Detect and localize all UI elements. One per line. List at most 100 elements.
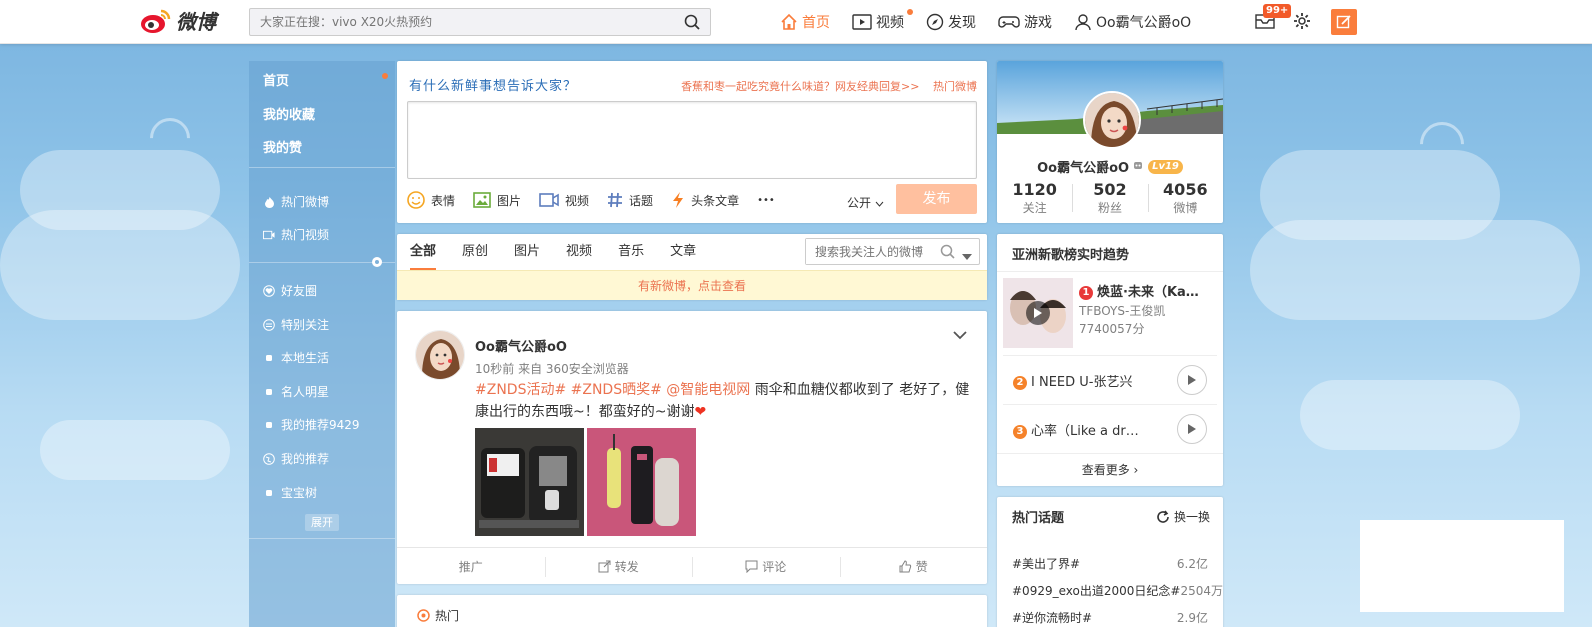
stat-label: 微博: [1173, 201, 1198, 215]
sidebar-item-label: 我的收藏: [263, 108, 316, 123]
robot-badge-icon: [1132, 159, 1144, 175]
sidebar-item-label: 名人明星: [281, 385, 330, 399]
thumbs-up-icon: [899, 559, 911, 572]
song-title[interactable]: 3 心率（Like a dr…: [1013, 420, 1139, 439]
messages-button[interactable]: 99+: [1255, 3, 1292, 33]
sidebar-item-hot-video[interactable]: 热门视频: [263, 226, 329, 243]
visibility-select[interactable]: 公开: [847, 194, 884, 211]
post-author[interactable]: Oo霸气公爵oO: [475, 336, 567, 355]
play-overlay-icon[interactable]: [1026, 301, 1050, 325]
hot-weibo-link[interactable]: 热门微博: [933, 80, 977, 93]
song-title[interactable]: 1 焕蓝·未来（Ka…: [1079, 281, 1199, 300]
comment-button[interactable]: 评论: [692, 548, 840, 584]
play-button[interactable]: [1177, 365, 1207, 395]
nav-video[interactable]: 视频: [852, 9, 913, 32]
expand-button[interactable]: 展开: [305, 514, 339, 531]
sidebar-item-baby-tree[interactable]: 宝宝树: [263, 484, 317, 501]
profile-name[interactable]: Oo霸气公爵oO Lv19: [997, 157, 1223, 176]
repost-button[interactable]: 转发: [544, 548, 693, 584]
post-photo[interactable]: [475, 428, 584, 536]
tab-articles[interactable]: 文章: [670, 244, 696, 270]
promote-button[interactable]: 推广: [397, 548, 545, 584]
sidebar-item-likes[interactable]: 我的赞: [263, 137, 302, 156]
tab-all[interactable]: 全部: [410, 244, 437, 270]
unread-badge: 99+: [1263, 3, 1292, 18]
emoji-button[interactable]: 表情: [407, 191, 455, 209]
tab-images[interactable]: 图片: [514, 244, 540, 270]
feed-search-input[interactable]: [806, 239, 926, 264]
tab-original[interactable]: 原创: [462, 244, 488, 270]
composer-textarea[interactable]: [407, 101, 977, 179]
tab-music[interactable]: 音乐: [618, 244, 644, 270]
topic-item[interactable]: #逆你流畅时# 2.9亿: [1012, 609, 1208, 626]
background-cloud: [1300, 380, 1520, 450]
sidebar-item-local-life[interactable]: 本地生活: [263, 349, 329, 366]
feed-filter-bar: 全部 原创 图片 视频 音乐 文章 有新微博，点击查看: [397, 234, 987, 300]
stat-number: 502: [1093, 180, 1127, 199]
nav-profile[interactable]: Oo霸气公爵oO: [1074, 12, 1191, 32]
sidebar-item-celebrities[interactable]: 名人明星: [263, 383, 329, 400]
see-more-link[interactable]: 查看更多 ›: [997, 453, 1223, 486]
song-item-3[interactable]: 3 心率（Like a dr…: [1003, 404, 1217, 452]
like-button[interactable]: 赞: [839, 548, 988, 584]
stat-posts[interactable]: 4056 微博: [1147, 181, 1223, 217]
post-menu-chevron-icon[interactable]: [953, 329, 967, 343]
avatar[interactable]: [415, 330, 465, 380]
search-input[interactable]: [250, 9, 670, 35]
new-dot-badge: [382, 73, 388, 79]
sidebar-item-recommend[interactable]: 我的推荐: [263, 450, 329, 467]
sidebar-item-home[interactable]: 首页: [263, 70, 289, 89]
stat-fans[interactable]: 502 粉丝: [1072, 181, 1147, 217]
topic-item[interactable]: #0929_exo出道2000日纪念# 2504万: [1012, 582, 1223, 599]
hot-section-title[interactable]: 热门: [417, 607, 459, 624]
hot-topics-title[interactable]: 热门话题: [1012, 507, 1064, 526]
sidebar-item-special-follow[interactable]: 特别关注: [263, 316, 329, 333]
video-button[interactable]: 视频: [539, 192, 589, 209]
hot-topic-link[interactable]: 香蕉和枣一起吃究竟什么味道？网友经典回复>> 热门微博: [681, 78, 977, 94]
topic-item[interactable]: #美出了界# 6.2亿: [1012, 555, 1208, 572]
refresh-button[interactable]: 换一换: [1156, 508, 1210, 525]
song-item-1[interactable]: 1 焕蓝·未来（Ka… TFBOYS-王俊凯 7740057分: [1003, 278, 1217, 352]
post-tags[interactable]: #ZNDS活动# #ZNDS晒奖# @智能电视网: [475, 382, 750, 398]
hot-topic-text[interactable]: 香蕉和枣一起吃究竟什么味道？网友经典回复>>: [681, 80, 919, 93]
tab-videos[interactable]: 视频: [566, 244, 592, 270]
song-artist[interactable]: TFBOYS-王俊凯: [1079, 302, 1165, 319]
post-composer: 有什么新鲜事想告诉大家？ 香蕉和枣一起吃究竟什么味道？网友经典回复>> 热门微博…: [397, 61, 987, 223]
post-photo[interactable]: [587, 428, 696, 536]
more-button[interactable]: •••: [757, 195, 775, 206]
profile-avatar[interactable]: [1083, 91, 1141, 149]
comment-icon: [745, 560, 758, 573]
settings-button[interactable]: [1293, 12, 1311, 33]
sidebar-item-recommend-9429[interactable]: 我的推荐9429: [263, 416, 360, 433]
sidebar-item-favorites[interactable]: 我的收藏: [263, 104, 315, 123]
nav-discover[interactable]: 发现: [926, 12, 976, 32]
song-cover[interactable]: [1003, 278, 1073, 348]
publish-button[interactable]: 发布: [896, 184, 977, 214]
gear-icon: [1294, 12, 1310, 29]
image-button[interactable]: 图片: [473, 192, 521, 209]
topic-button[interactable]: 话题: [607, 192, 653, 209]
nav-game[interactable]: 游戏: [998, 12, 1052, 32]
new-posts-notice[interactable]: 有新微博，点击查看: [397, 270, 987, 300]
compose-button[interactable]: [1331, 9, 1357, 35]
sidebar-item-label: 我的推荐: [281, 452, 330, 466]
sidebar-item-label: 我的赞: [263, 141, 303, 156]
play-button[interactable]: [1177, 414, 1207, 444]
stat-following[interactable]: 1120 关注: [997, 181, 1072, 217]
music-chart-title[interactable]: 亚洲新歌榜实时趋势: [1012, 244, 1129, 263]
headline-article-button[interactable]: 头条文章: [671, 191, 739, 209]
sidebar-item-hot-weibo[interactable]: 热门微博: [263, 193, 329, 210]
caret-down-icon[interactable]: [962, 249, 972, 263]
search-icon[interactable]: [684, 14, 700, 33]
group-settings-icon[interactable]: [371, 256, 383, 271]
song-title[interactable]: 2 I NEED U-张艺兴: [1013, 371, 1132, 390]
search-icon[interactable]: [940, 244, 955, 262]
divider: [997, 271, 1223, 272]
level-badge[interactable]: Lv19: [1148, 159, 1183, 174]
sidebar-item-friends-circle[interactable]: 好友圈: [263, 282, 317, 299]
nav-home[interactable]: 首页: [780, 12, 830, 32]
chevron-down-icon: [875, 201, 884, 207]
sidebar-item-label: 特别关注: [281, 318, 330, 332]
song-item-2[interactable]: 2 I NEED U-张艺兴: [1003, 355, 1217, 403]
weibo-logo[interactable]: 微博: [140, 6, 216, 35]
